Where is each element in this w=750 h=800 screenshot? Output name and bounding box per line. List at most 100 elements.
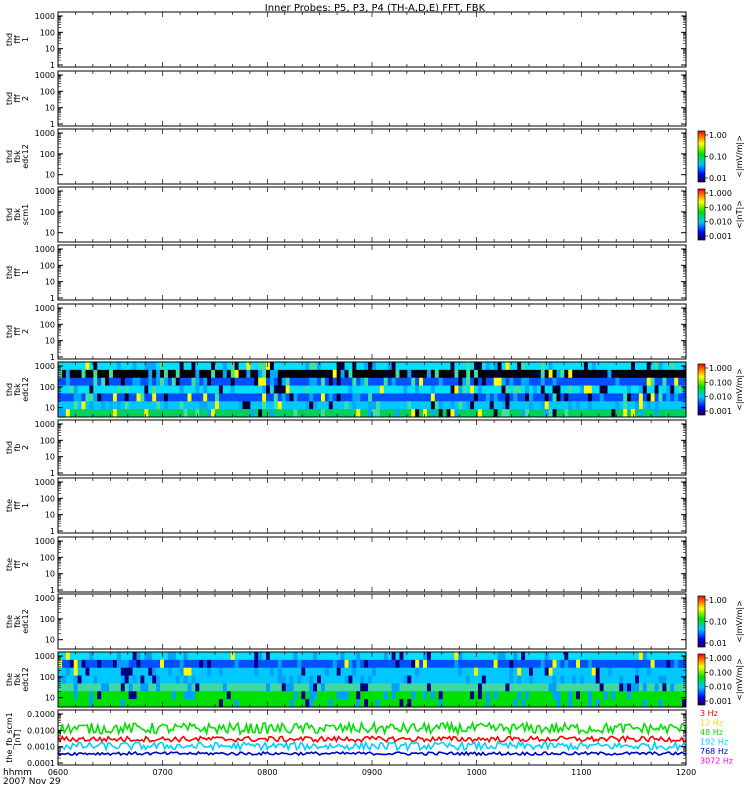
spectrogram-cell bbox=[375, 401, 381, 410]
spectrogram-cell bbox=[536, 652, 542, 661]
spectrogram-cell bbox=[372, 699, 377, 708]
spectrogram-cell bbox=[89, 393, 94, 402]
spectrogram-cell bbox=[497, 362, 502, 371]
spectrogram-cell bbox=[568, 377, 573, 386]
spectrogram-cell bbox=[199, 385, 204, 394]
spectrogram-cell bbox=[116, 683, 122, 692]
spectrogram-cell bbox=[631, 409, 636, 418]
spectrogram-cell bbox=[619, 362, 624, 371]
spectrogram-cell bbox=[156, 652, 161, 661]
spectrogram-cell bbox=[171, 393, 177, 402]
spectrogram-cell bbox=[293, 401, 298, 410]
spectrogram-cell bbox=[85, 362, 90, 371]
spectrogram-cell bbox=[474, 393, 479, 402]
spectrogram-cell bbox=[372, 691, 377, 700]
spectrogram-cell bbox=[411, 675, 416, 684]
spectrogram-cell bbox=[136, 691, 141, 700]
spectrogram-cell bbox=[670, 652, 675, 661]
spectrogram-cell bbox=[525, 369, 530, 379]
spectrogram-cell bbox=[305, 377, 310, 386]
spectrogram-cell bbox=[387, 683, 393, 692]
spectrogram-cell bbox=[148, 659, 153, 669]
spectrogram-cell bbox=[160, 667, 165, 676]
spectrogram-cell bbox=[222, 362, 228, 371]
colorbar: 1.000.100.01<|mV/m|> bbox=[697, 130, 744, 183]
spectrogram-cell bbox=[372, 377, 377, 386]
spectrogram-cell bbox=[442, 667, 447, 676]
spectrogram-cell bbox=[450, 362, 455, 371]
spectrogram-cell bbox=[391, 667, 396, 676]
spectrogram-cell bbox=[419, 362, 424, 371]
spectrogram-cell bbox=[525, 385, 530, 394]
spectrogram-cell bbox=[505, 659, 510, 669]
spectrogram-cell bbox=[438, 691, 444, 700]
spectrogram-cell bbox=[238, 667, 243, 676]
spectrogram-cell bbox=[595, 652, 601, 661]
spectrogram-cell bbox=[320, 667, 326, 676]
spectrogram-cell bbox=[218, 699, 224, 708]
spectrogram-cell bbox=[387, 659, 393, 669]
panel: 1000100101thd fb 2 bbox=[5, 419, 687, 478]
spectrogram-cell bbox=[493, 385, 498, 394]
spectrogram-cell bbox=[163, 401, 169, 410]
spectrogram-cell bbox=[360, 699, 365, 708]
spectrogram-cell bbox=[218, 362, 224, 371]
spectrogram-cell bbox=[101, 377, 106, 386]
spectrogram-cell bbox=[634, 377, 640, 386]
spectrogram-cell bbox=[466, 675, 471, 684]
spectrogram-cell bbox=[407, 393, 412, 402]
spectrogram-cell bbox=[599, 362, 604, 371]
spectrogram-cell bbox=[615, 675, 620, 684]
spectrogram-cell bbox=[485, 683, 491, 692]
spectrogram-cell bbox=[383, 667, 389, 676]
spectrogram-cell bbox=[273, 667, 279, 676]
spectrogram-cell bbox=[105, 667, 110, 676]
spectrogram-cell bbox=[434, 393, 440, 402]
spectrogram-cell bbox=[85, 369, 90, 379]
spectrogram-cell bbox=[521, 362, 526, 371]
spectrogram-cell bbox=[313, 699, 318, 708]
spectrogram-cell bbox=[281, 377, 287, 386]
spectrogram-cell bbox=[73, 691, 79, 700]
spectrogram-cell bbox=[466, 659, 471, 669]
spectrogram-cell bbox=[348, 683, 353, 692]
spectrogram-cell bbox=[552, 393, 557, 402]
spectrogram-cell bbox=[387, 409, 393, 418]
spectrogram-cell bbox=[124, 699, 130, 708]
spectrogram-cell bbox=[266, 699, 271, 708]
spectrogram-cell bbox=[234, 369, 239, 379]
spectrogram-cell bbox=[191, 401, 196, 410]
spectrogram-cell bbox=[364, 691, 369, 700]
spectrogram-cell bbox=[215, 683, 220, 692]
spectrogram-cell bbox=[179, 377, 184, 386]
spectrogram-cell bbox=[634, 691, 640, 700]
spectrogram-cell bbox=[167, 667, 173, 676]
spectrogram-cell bbox=[395, 691, 400, 700]
spectrogram-cell bbox=[623, 675, 628, 684]
spectrogram-cell bbox=[69, 699, 75, 708]
spectrogram-cell bbox=[415, 691, 420, 700]
spectrogram-cell bbox=[419, 385, 424, 394]
spectrogram-cell bbox=[419, 652, 424, 661]
spectrogram-cell bbox=[183, 401, 188, 410]
spectrogram-cell bbox=[477, 699, 483, 708]
spectrogram-cell bbox=[360, 691, 365, 700]
spectrogram-cell bbox=[293, 393, 298, 402]
spectrogram-cell bbox=[226, 401, 232, 410]
spectrogram-cell bbox=[372, 667, 377, 676]
spectrogram-cell bbox=[305, 683, 310, 692]
spectrogram-cell bbox=[297, 377, 302, 386]
spectrogram-cell bbox=[140, 369, 145, 379]
spectrogram-cell bbox=[595, 369, 601, 379]
spectrogram-cell bbox=[238, 683, 243, 692]
spectrogram-cell bbox=[85, 691, 90, 700]
spectrogram-cell bbox=[254, 401, 259, 410]
legend-entry: 192 Hz bbox=[700, 738, 728, 747]
spectrogram-cell bbox=[309, 652, 314, 661]
spectrogram-cell bbox=[332, 369, 338, 379]
spectrogram-cell bbox=[242, 393, 247, 402]
spectrogram-cell bbox=[112, 659, 118, 669]
y-tick-label: 0.0010 bbox=[27, 743, 55, 752]
spectrogram-cell bbox=[167, 675, 173, 684]
spectrogram-cell bbox=[348, 393, 353, 402]
